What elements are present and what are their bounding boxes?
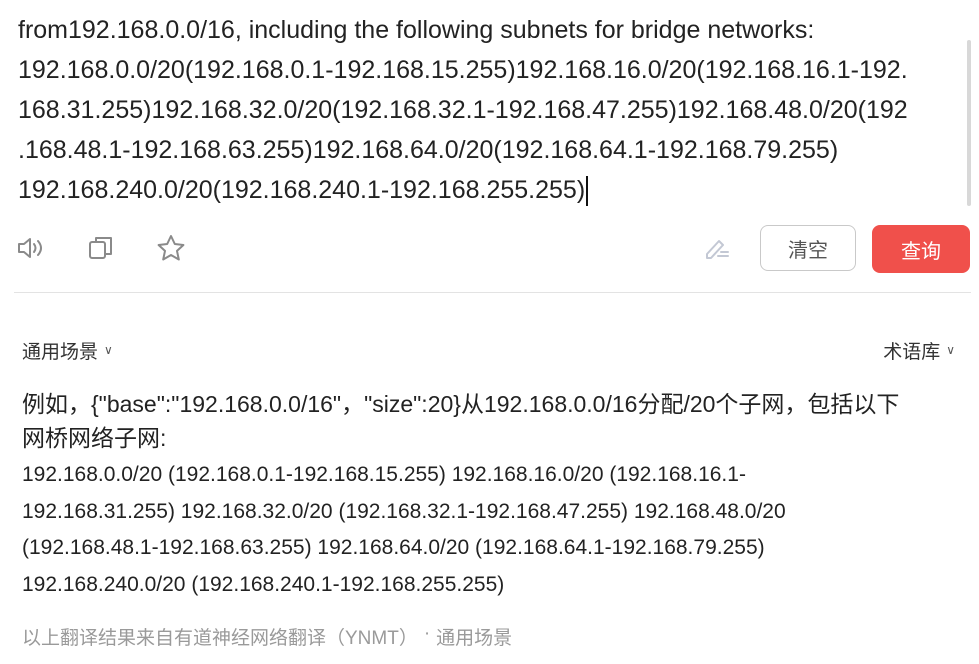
source-line: 192.168.0.0/20(192.168.0.1-192.168.15.25… [18,56,908,84]
scene-dropdown[interactable]: 通用场景 ∨ [22,337,113,364]
text-caret [586,176,589,207]
result-body-line: 192.168.0.0/20 (192.168.0.1-192.168.15.2… [22,463,746,486]
source-line-last: 192.168.240.0/20(192.168.240.1-192.168.2… [18,170,966,210]
chevron-down-icon: ∨ [104,342,113,357]
footer-scene: 通用场景 [436,628,513,649]
copy-icon[interactable] [84,231,118,265]
speaker-icon[interactable] [14,231,48,265]
result-body-line: (192.168.48.1-192.168.63.255) 192.168.64… [22,536,765,559]
divider [14,292,971,293]
source-toolbar: 清空 查询 [0,225,979,277]
clear-button[interactable]: 清空 [760,225,856,271]
result-body: 192.168.0.0/20 (192.168.0.1-192.168.15.2… [22,457,957,603]
result-head: 例如，{"base":"192.168.0.0/16"，"size":20}从1… [22,387,957,455]
term-label: 术语库 [883,342,941,363]
source-line: .168.48.1-192.168.63.255)192.168.64.0/20… [18,136,839,164]
footer-separator: · [423,623,431,644]
result-body-line: 192.168.240.0/20 (192.168.240.1-192.168.… [22,572,505,596]
result-head-line: 例如，{"base":"192.168.0.0/16"，"size":20}从1… [22,391,900,417]
source-line: 168.31.255)192.168.32.0/20(192.168.32.1-… [18,96,908,124]
source-line: from192.168.0.0/16, including the follow… [18,16,815,44]
star-icon[interactable] [154,231,188,265]
chevron-down-icon: ∨ [946,342,955,357]
translation-result: 例如，{"base":"192.168.0.0/16"，"size":20}从1… [22,387,957,603]
term-dropdown[interactable]: 术语库 ∨ [883,337,955,364]
edit-icon[interactable] [700,231,734,265]
result-body-line: 192.168.31.255) 192.168.32.0/20 (192.168… [22,499,786,523]
scene-label: 通用场景 [22,342,99,363]
query-button[interactable]: 查询 [872,225,970,273]
result-head-line: 网桥网络子网: [22,425,167,451]
translation-source-note: 以上翻译结果来自有道神经网络翻译（YNMT） · 通用场景 [22,623,512,650]
footer-note-text: 以上翻译结果来自有道神经网络翻译（YNMT） [22,628,418,649]
source-scrollbar[interactable] [967,40,971,206]
source-line-text: 192.168.240.0/20(192.168.240.1-192.168.2… [18,176,586,204]
source-text-input[interactable]: from192.168.0.0/16, including the follow… [18,10,966,210]
